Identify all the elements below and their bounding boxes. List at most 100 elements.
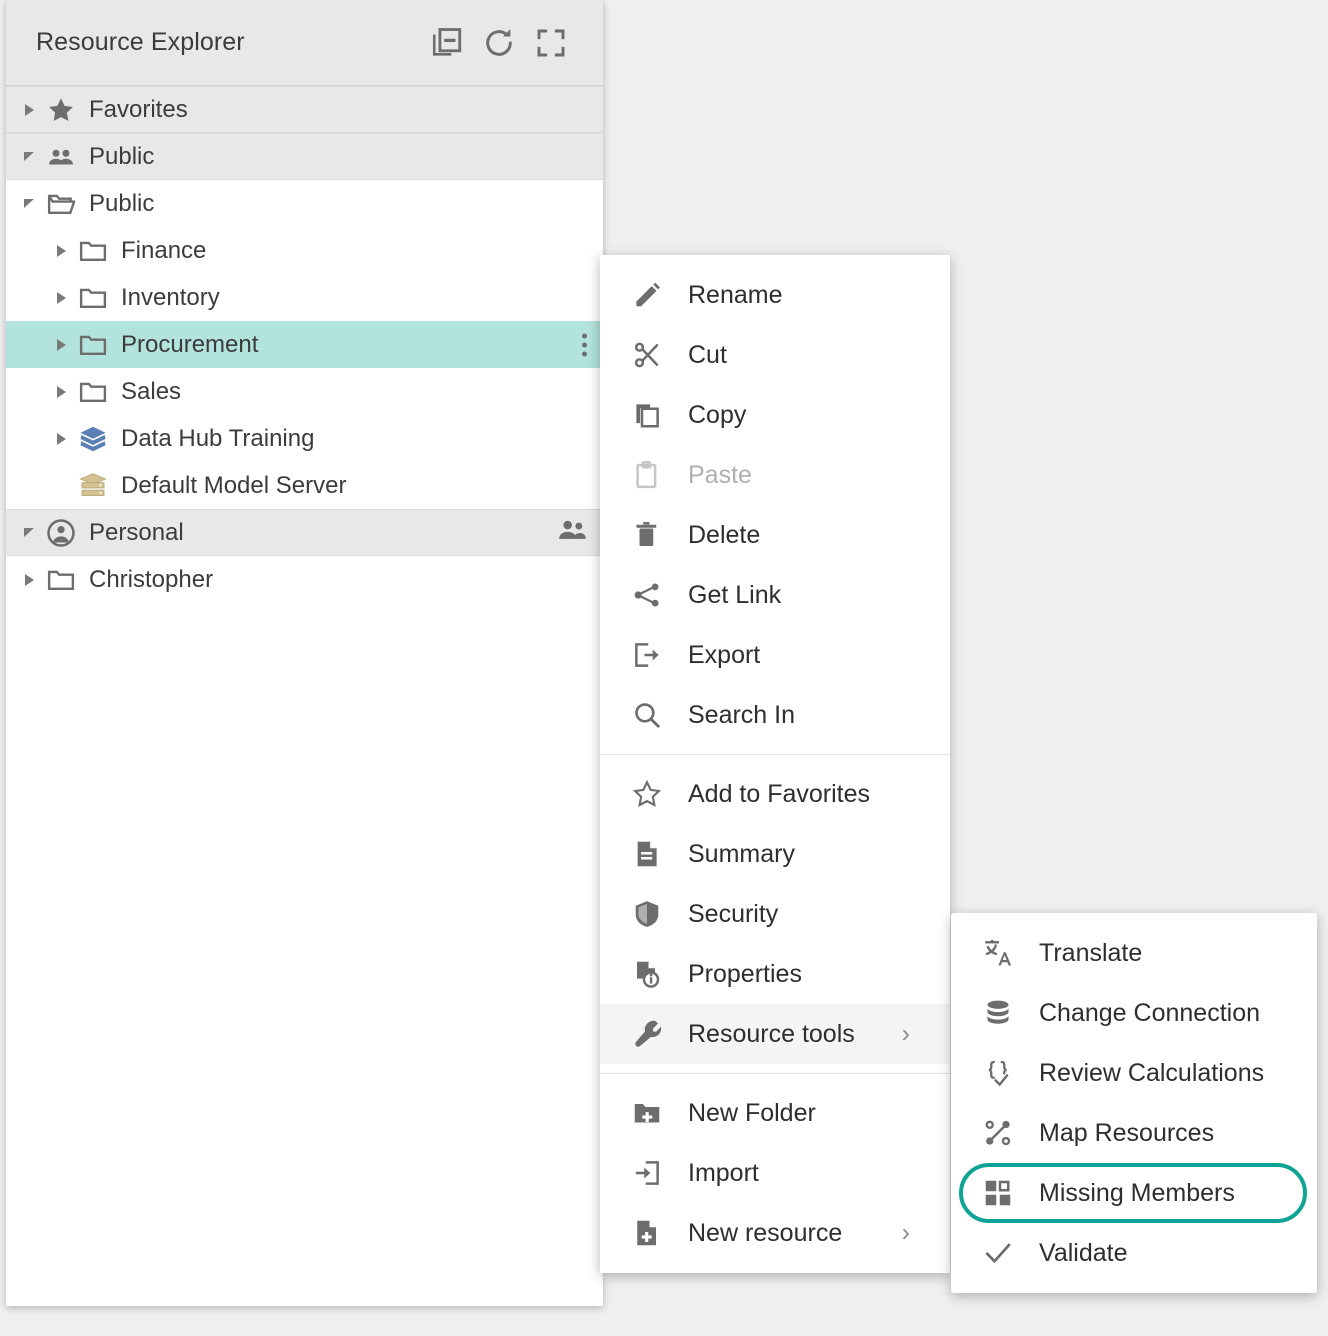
chevron-right-icon[interactable] (48, 339, 74, 351)
row-actions-kebab-icon[interactable] (582, 333, 587, 356)
menu-item-label: Resource tools (674, 1020, 855, 1049)
menu-item-rename[interactable]: Rename (600, 265, 950, 325)
trash-icon (632, 520, 674, 550)
submenu-item-label: Change Connection (1025, 999, 1260, 1028)
menu-item-label: Get Link (674, 581, 781, 610)
person-icon (42, 518, 80, 548)
tree-item-default-model-server[interactable]: Default Model Server (6, 462, 603, 509)
info-document-icon (632, 959, 674, 989)
submenu-item-missing-members[interactable]: Missing Members (959, 1163, 1307, 1223)
document-icon (632, 839, 674, 869)
collapse-all-icon[interactable] (421, 17, 473, 69)
menu-item-label: New Folder (674, 1099, 816, 1128)
people-icon (42, 142, 80, 172)
grid-squares-icon (983, 1178, 1025, 1208)
map-resources-icon (983, 1118, 1025, 1148)
folder-icon (74, 236, 112, 266)
translate-icon (983, 938, 1025, 968)
tree-item-sales[interactable]: Sales (6, 368, 603, 415)
submenu-item-review-calculations[interactable]: Review Calculations (951, 1043, 1317, 1103)
chevron-right-icon[interactable] (16, 104, 42, 116)
refresh-icon[interactable] (473, 17, 525, 69)
tree-item-label: Inventory (112, 284, 220, 312)
menu-item-label: Import (674, 1159, 759, 1188)
menu-separator (600, 1073, 950, 1074)
resource-explorer-panel: Resource Explorer (6, 0, 603, 1306)
menu-item-label: Security (674, 900, 778, 929)
menu-item-security[interactable]: Security (600, 884, 950, 944)
menu-item-label: Cut (674, 341, 727, 370)
check-icon (983, 1238, 1025, 1268)
shield-icon (632, 899, 674, 929)
menu-item-label: Paste (674, 461, 752, 490)
chevron-right-icon[interactable] (48, 433, 74, 445)
tree-item-label: Christopher (80, 566, 213, 594)
folder-icon (74, 330, 112, 360)
tree-item-finance[interactable]: Finance (6, 227, 603, 274)
tree-item-inventory[interactable]: Inventory (6, 274, 603, 321)
submenu-item-label: Validate (1025, 1239, 1128, 1268)
menu-item-label: Rename (674, 281, 783, 310)
submenu-item-change-connection[interactable]: Change Connection (951, 983, 1317, 1043)
menu-item-get-link[interactable]: Get Link (600, 565, 950, 625)
resource-tree: Favorites PublicPublic Finance Inventory Pro… (6, 86, 603, 603)
tree-item-label: Finance (112, 237, 206, 265)
pencil-icon (632, 280, 674, 310)
tree-item-data-hub-training[interactable]: Data Hub Training (6, 415, 603, 462)
submenu-item-translate[interactable]: Translate (951, 923, 1317, 983)
menu-item-summary[interactable]: Summary (600, 824, 950, 884)
menu-item-search-in[interactable]: Search In (600, 685, 950, 745)
menu-item-copy[interactable]: Copy (600, 385, 950, 445)
menu-item-add-to-favorites[interactable]: Add to Favorites (600, 764, 950, 824)
scissors-icon (632, 340, 674, 370)
chevron-right-icon[interactable] (16, 574, 42, 586)
tree-item-label: Sales (112, 378, 181, 406)
submenu-item-label: Translate (1025, 939, 1142, 968)
folder-icon (74, 283, 112, 313)
chevron-right-icon[interactable] (48, 292, 74, 304)
menu-item-export[interactable]: Export (600, 625, 950, 685)
submenu-item-validate[interactable]: Validate (951, 1223, 1317, 1283)
import-icon (632, 1158, 674, 1188)
submenu-item-label: Missing Members (1025, 1179, 1235, 1208)
chevron-right-icon[interactable] (48, 386, 74, 398)
page-title: Resource Explorer (36, 28, 421, 57)
menu-item-label: Export (674, 641, 760, 670)
menu-item-resource-tools[interactable]: Resource tools› (600, 1004, 950, 1064)
menu-item-label: Summary (674, 840, 795, 869)
avatar-people-icon[interactable] (557, 513, 589, 552)
tree-item-label: Procurement (112, 331, 258, 359)
menu-item-cut[interactable]: Cut (600, 325, 950, 385)
folder-open-icon (42, 189, 80, 219)
menu-item-new-resource[interactable]: New resource› (600, 1203, 950, 1263)
resource-tools-submenu: Translate Change Connection Review Calcula… (951, 913, 1317, 1293)
tree-item-public[interactable]: Public (6, 180, 603, 227)
chevron-down-icon[interactable] (16, 528, 42, 537)
menu-item-delete[interactable]: Delete (600, 505, 950, 565)
model-server-icon (74, 471, 112, 501)
menu-item-properties[interactable]: Properties (600, 944, 950, 1004)
tree-item-procurement[interactable]: Procurement (6, 321, 603, 368)
tree-item-favorites[interactable]: Favorites (6, 86, 603, 133)
menu-item-label: Add to Favorites (674, 780, 870, 809)
search-icon (632, 700, 674, 730)
database-icon (983, 998, 1025, 1028)
submenu-item-map-resources[interactable]: Map Resources (951, 1103, 1317, 1163)
fullscreen-icon[interactable] (525, 17, 577, 69)
tree-item-christopher[interactable]: Christopher (6, 556, 603, 603)
chevron-right-icon[interactable] (48, 245, 74, 257)
menu-item-import[interactable]: Import (600, 1143, 950, 1203)
tree-item-label: Personal (80, 519, 184, 547)
tree-item-label: Favorites (80, 96, 188, 124)
clipboard-icon (632, 460, 674, 490)
tree-item-personal[interactable]: Personal (6, 509, 603, 556)
tree-item-label: Data Hub Training (112, 425, 314, 453)
braces-check-icon (983, 1058, 1025, 1088)
menu-item-new-folder[interactable]: New Folder (600, 1083, 950, 1143)
chevron-down-icon[interactable] (16, 152, 42, 161)
menu-item-label: Search In (674, 701, 795, 730)
tree-item-public[interactable]: Public (6, 133, 603, 180)
chevron-down-icon[interactable] (16, 199, 42, 208)
panel-header: Resource Explorer (6, 0, 603, 86)
menu-item-label: Properties (674, 960, 802, 989)
